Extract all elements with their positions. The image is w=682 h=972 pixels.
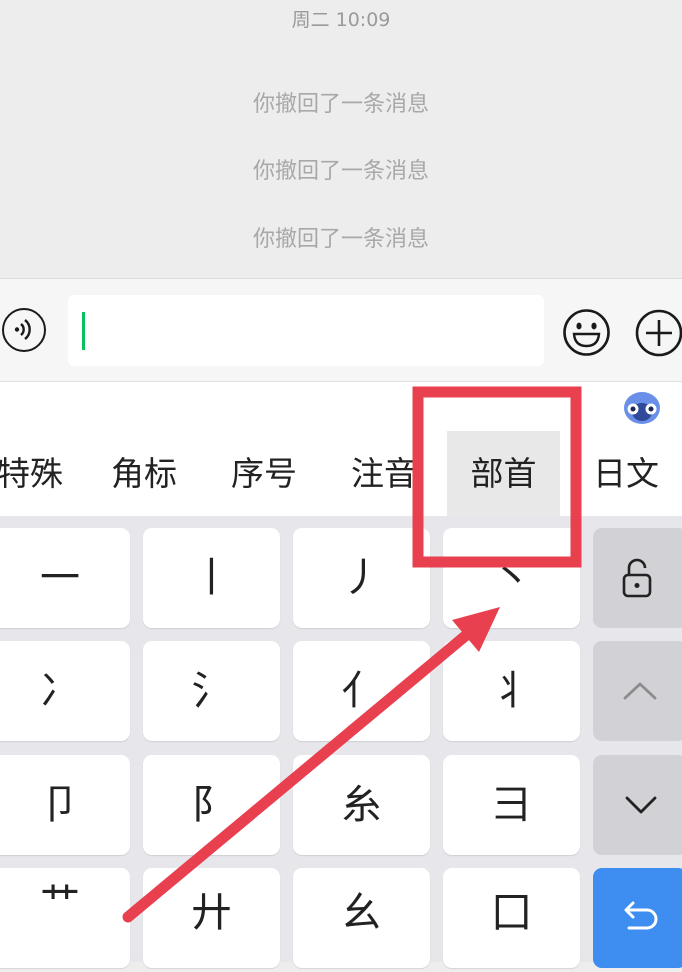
radical-key[interactable]: 亻 (293, 641, 430, 741)
mascot-icon[interactable] (622, 388, 662, 426)
return-icon (624, 901, 658, 930)
radical-key[interactable]: 阝 (143, 755, 280, 855)
chevron-down-icon (625, 796, 657, 814)
scroll-down-key[interactable] (593, 755, 682, 855)
radical-key[interactable]: 丨 (143, 528, 280, 628)
radical-key[interactable]: 冫 (0, 641, 130, 741)
recall-notice: 你撤回了一条消息 (252, 92, 429, 117)
chat-area: 周二 10:09 你撤回了一条消息 你撤回了一条消息 你撤回了一条消息 (0, 0, 682, 278)
radical-key[interactable]: 丶 (443, 528, 580, 628)
radical-key[interactable]: 艹 (0, 868, 130, 968)
tab-ordinal[interactable]: 序号 (203, 431, 325, 516)
keyboard-toolbar (0, 381, 682, 433)
voice-icon[interactable] (2, 308, 46, 352)
plus-icon[interactable] (634, 308, 682, 358)
chat-timestamp: 周二 10:09 (291, 9, 391, 31)
input-bar (0, 278, 682, 382)
radical-key[interactable]: 卩 (0, 755, 130, 855)
tab-phonetic[interactable]: 注音 (323, 431, 445, 516)
text-caret (82, 312, 85, 350)
recall-notice: 你撤回了一条消息 (252, 159, 429, 184)
keyboard: 特殊 角标 序号 注音 部首 日文 一 丨 丿 丶 冫 氵 亻 丬 卩 阝 糸 … (0, 381, 682, 968)
lock-key[interactable] (593, 528, 682, 628)
unlock-icon (622, 558, 652, 598)
tab-radical[interactable]: 部首 (447, 431, 560, 516)
scroll-up-key[interactable] (593, 641, 682, 741)
message-input[interactable] (68, 295, 544, 366)
radical-key[interactable]: 幺 (293, 868, 430, 968)
radical-key[interactable]: 丬 (443, 641, 580, 741)
radical-key[interactable]: 氵 (143, 641, 280, 741)
radical-key[interactable]: 一 (0, 528, 130, 628)
tab-superscript[interactable]: 角标 (83, 431, 205, 516)
radical-key[interactable]: 彐 (443, 755, 580, 855)
radical-key[interactable]: 糸 (293, 755, 430, 855)
return-key[interactable] (593, 868, 682, 968)
radical-key[interactable]: 囗 (443, 868, 580, 968)
symbol-category-bar: 特殊 角标 序号 注音 部首 日文 (0, 431, 682, 516)
emoji-icon[interactable] (562, 308, 611, 357)
radical-key[interactable]: 丿 (293, 528, 430, 628)
recall-notice: 你撤回了一条消息 (252, 227, 429, 252)
radical-key[interactable]: 廾 (143, 868, 280, 968)
tab-japanese[interactable]: 日文 (565, 431, 682, 516)
chevron-up-icon (623, 682, 657, 700)
